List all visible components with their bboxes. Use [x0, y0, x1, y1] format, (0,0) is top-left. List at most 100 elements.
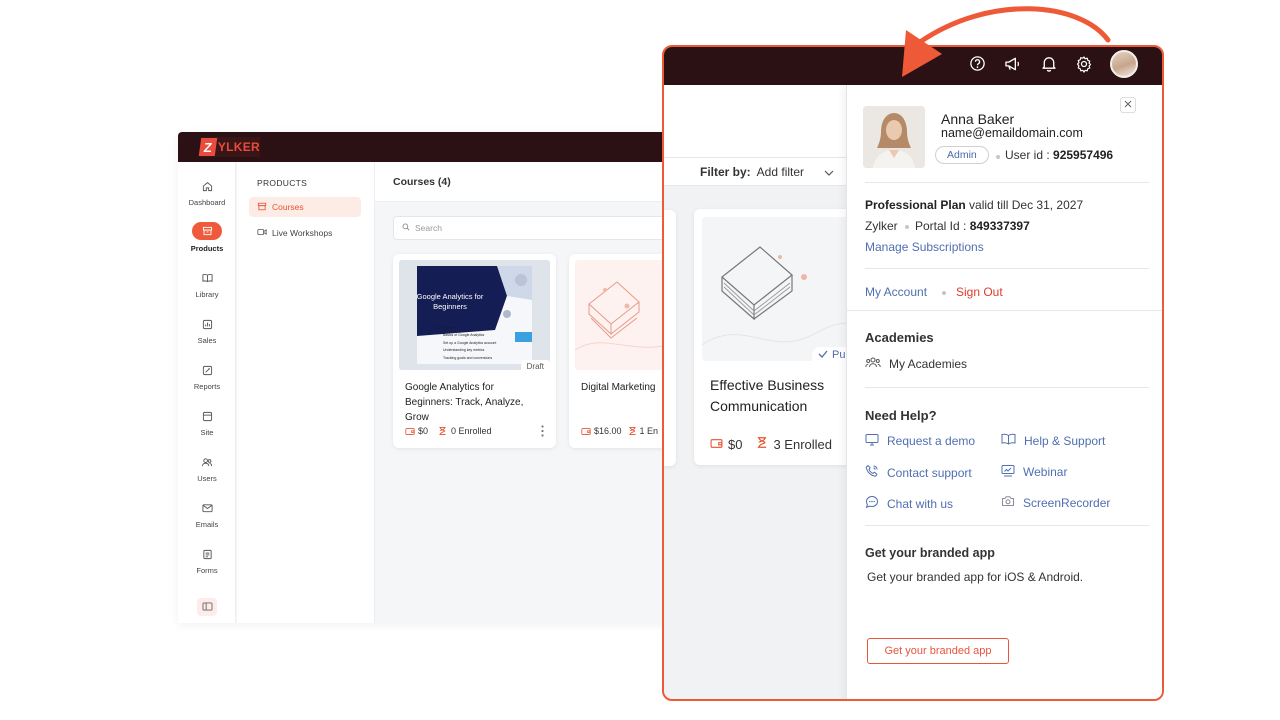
rail-item-forms[interactable]: Forms [178, 546, 236, 586]
camera-icon [1001, 495, 1023, 510]
forms-icon [198, 546, 216, 562]
divider [865, 525, 1149, 526]
manage-subscriptions-link[interactable]: Manage Subscriptions [865, 240, 984, 254]
subnav-label: Courses [272, 202, 304, 212]
request-demo-link[interactable]: Request a demo [865, 433, 975, 449]
course-title-line: Grow [405, 412, 429, 423]
thumbnail-list-item: Tracking goals and conversions [443, 355, 493, 360]
chat-label: Chat with us [887, 496, 954, 511]
course-meta: $0 3 Enrolled [710, 436, 832, 452]
profile-photo [863, 106, 925, 168]
chat-with-us-link[interactable]: Chat with us [865, 495, 953, 512]
rail-label: Dashboard [188, 198, 226, 207]
plan-name: Professional Plan [865, 198, 966, 212]
course-meta: $16.00 1 En [581, 426, 658, 436]
user-id-value: 925957496 [1053, 148, 1114, 162]
enrolled-count: 1 En [639, 426, 659, 436]
profile-email: name@emaildomain.com [941, 126, 1083, 140]
thumbnail-list: Basics of Google Analytics Set up a Goog… [443, 332, 496, 362]
course-card-effective-business-communication[interactable]: Pu Effective Business Communication $0 3… [694, 209, 864, 465]
role-badge: Admin [935, 146, 989, 164]
course-title-line: Google Analytics for [405, 382, 494, 393]
content-header: Courses (4) [375, 162, 678, 202]
user-id: User id : 925957496 [1005, 148, 1113, 162]
plan-validity: valid till Dec 31, 2027 [969, 198, 1084, 212]
screen-recorder-link[interactable]: ScreenRecorder [1001, 495, 1110, 510]
enrolled-icon [756, 436, 768, 452]
search-icon [402, 223, 415, 233]
price-tag-icon [581, 427, 591, 436]
course-card-google-analytics[interactable]: Google Analytics for Beginners Our Servi… [393, 254, 556, 448]
webinar-link[interactable]: Webinar [1001, 464, 1067, 480]
filter-bar[interactable]: Filter by: Add filter [664, 158, 846, 186]
course-price: $0 [418, 426, 429, 436]
screen-recorder-label: ScreenRecorder [1023, 495, 1111, 510]
thumbnail-list-item: Set up a Google Analytics account [443, 340, 497, 345]
status-badge: Draft [520, 360, 550, 373]
rail-label: Emails [195, 520, 219, 529]
status-text: Pu [832, 349, 846, 361]
portal-id: Portal Id : 849337397 [915, 219, 1030, 233]
box-icon [192, 222, 222, 240]
thumbnail-title: Google Analytics for Beginners [416, 292, 484, 311]
divider [865, 268, 1149, 269]
close-button[interactable] [1120, 97, 1136, 113]
rail-item-products[interactable]: Products [178, 222, 236, 262]
users-icon [198, 454, 216, 470]
enrolled-icon [628, 426, 637, 436]
card-more-button[interactable] [538, 424, 546, 438]
filter-value: Add filter [756, 164, 805, 179]
rail-item-reports[interactable]: Reports [178, 362, 236, 402]
my-account-link[interactable]: My Account [865, 285, 927, 299]
chevron-down-icon [824, 165, 834, 179]
sign-out-link[interactable]: Sign Out [956, 285, 1003, 299]
subnav-label: Live Workshops [272, 228, 333, 238]
rail-item-site[interactable]: Site [178, 408, 236, 448]
contact-support-link[interactable]: Contact support [865, 464, 972, 481]
get-branded-app-button[interactable]: Get your branded app [867, 638, 1009, 664]
book-icon [198, 270, 216, 286]
person-photo-icon [863, 106, 925, 168]
courses-icon [257, 202, 272, 213]
course-card-partial[interactable] [664, 210, 676, 466]
price-tag-icon [405, 427, 415, 436]
subnav-item-courses[interactable]: Courses [249, 197, 361, 217]
rail-label: Users [197, 474, 217, 483]
rail-item-sales[interactable]: Sales [178, 316, 236, 356]
more-vertical-icon [540, 424, 544, 442]
reports-icon [198, 362, 216, 378]
help-support-label: Help & Support [1024, 433, 1106, 448]
zylker-logo[interactable]: Z YLKER [198, 137, 260, 157]
course-thumbnail: Google Analytics for Beginners Our Servi… [399, 260, 550, 370]
profile-panel: Anna Baker name@emaildomain.com Admin Us… [846, 85, 1162, 699]
search-input[interactable]: Search [393, 216, 678, 240]
my-academies-label: My Academies [889, 356, 968, 371]
products-subnav: PRODUCTS Courses Live Workshops [237, 162, 375, 623]
enrolled-icon [438, 426, 447, 436]
separator-dot [942, 291, 946, 295]
rail-item-dashboard[interactable]: Dashboard [178, 178, 236, 218]
rail-item-users[interactable]: Users [178, 454, 236, 494]
profile-name: Anna Baker [941, 111, 1015, 127]
webinar-icon [1001, 464, 1023, 480]
subnav-heading: PRODUCTS [257, 178, 308, 188]
subnav-item-live-workshops[interactable]: Live Workshops [249, 223, 361, 243]
mail-icon [198, 500, 216, 516]
app-window: Z YLKER Dashboard Products Library Sales… [178, 132, 678, 623]
pointer-arrow-icon [902, 6, 1111, 77]
collapse-sidebar-button[interactable] [197, 598, 217, 616]
book-illustration-icon [702, 246, 862, 346]
zoom-content-header [664, 85, 846, 158]
academies-heading: Academies [865, 330, 934, 345]
contact-support-label: Contact support [887, 465, 972, 480]
separator-dot [996, 155, 1000, 159]
my-academies-link[interactable]: My Academies [865, 356, 967, 371]
thumbnail-list-item: Understanding key metrics [443, 348, 485, 352]
rail-label: Library [195, 290, 219, 299]
plan-info: Professional Plan valid till Dec 31, 202… [865, 198, 1083, 212]
rail-item-emails[interactable]: Emails [178, 500, 236, 540]
rail-item-library[interactable]: Library [178, 270, 236, 310]
sales-icon [198, 316, 216, 332]
help-support-link[interactable]: Help & Support [1001, 433, 1105, 448]
book-open-icon [1001, 433, 1024, 448]
